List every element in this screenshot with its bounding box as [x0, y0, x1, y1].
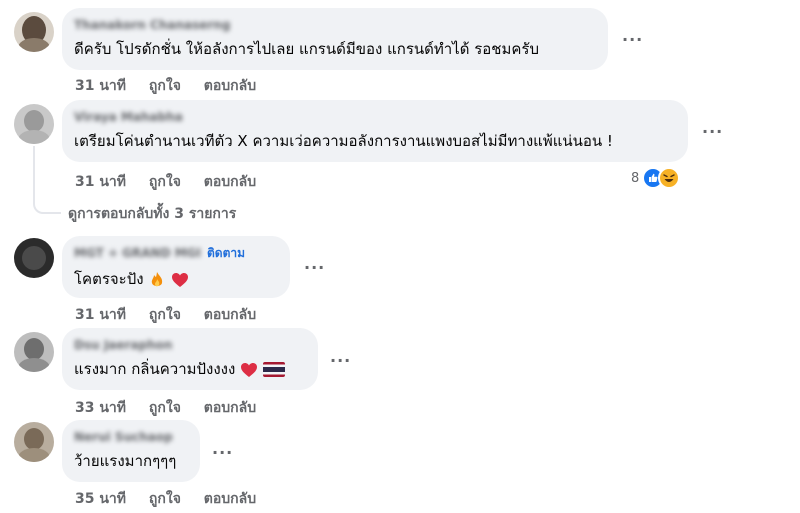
comment-author[interactable]: Viraya Mahabha [74, 109, 183, 125]
thread-connector [33, 146, 61, 214]
red-heart-emoji-icon [172, 272, 189, 287]
fire-emoji-icon [152, 271, 163, 286]
more-options-button[interactable]: ··· [304, 258, 325, 277]
avatar[interactable] [14, 104, 54, 144]
like-button[interactable]: ถูกใจ [149, 174, 181, 190]
comment-text-content: แรงมาก กลิ่นความปังงงง [74, 360, 236, 378]
comment-bubble: MGT + GRAND MGI ติดตาม โคตรจะปัง [62, 236, 290, 298]
comment-time[interactable]: 33 นาที [75, 400, 126, 416]
avatar[interactable] [14, 332, 54, 372]
comment-bubble: Nerui Suchaop ว้ายแรงมากๆๆๆ [62, 420, 200, 482]
comment-text: แรงมาก กลิ่นความปังงงง [74, 359, 306, 379]
comment-author[interactable]: Dsu Jaeraphon [74, 337, 172, 353]
haha-reaction-icon [658, 167, 681, 189]
more-options-button[interactable]: ··· [622, 30, 643, 49]
more-options-button[interactable]: ··· [702, 122, 723, 141]
reply-button[interactable]: ตอบกลับ [204, 78, 256, 94]
like-button[interactable]: ถูกใจ [149, 307, 181, 323]
comment-bubble: Dsu Jaeraphon แรงมาก กลิ่นความปังงงง [62, 328, 318, 390]
like-button[interactable]: ถูกใจ [149, 491, 181, 507]
comment-bubble: Viraya Mahabha เตรียมโค่นตำนานเวทีตัว X … [62, 100, 688, 162]
comment-time[interactable]: 31 นาที [75, 174, 126, 190]
like-button[interactable]: ถูกใจ [149, 78, 181, 94]
comment-time[interactable]: 35 นาที [75, 491, 126, 507]
comment-actions: 31 นาที ถูกใจ ตอบกลับ [75, 304, 274, 326]
red-heart-emoji-icon [241, 362, 258, 377]
comment-text: ดีครับ โปรดักชั่น ให้อลังการไปเลย แกรนด์… [74, 40, 539, 58]
reply-button[interactable]: ตอบกลับ [204, 491, 256, 507]
avatar[interactable] [14, 12, 54, 52]
reply-button[interactable]: ตอบกลับ [204, 307, 256, 323]
comment-author[interactable]: MGT + GRAND MGI [74, 245, 201, 261]
comment-author[interactable]: Thanakorn Chanaserng [74, 17, 230, 33]
avatar[interactable] [14, 422, 54, 462]
comment-actions: 31 นาที ถูกใจ ตอบกลับ [75, 75, 274, 97]
comment-text: เตรียมโค่นตำนานเวทีตัว X ความเว่อความอลั… [74, 132, 613, 150]
comment-text-content: โคตรจะปัง [74, 270, 144, 288]
comment-bubble: Thanakorn Chanaserng ดีครับ โปรดักชั่น ใ… [62, 8, 608, 70]
view-replies-link[interactable]: ดูการตอบกลับทั้ง 3 รายการ [68, 203, 236, 225]
comment-actions: 31 นาที ถูกใจ ตอบกลับ [75, 171, 274, 193]
comment-text: โคตรจะปัง [74, 269, 278, 289]
reply-button[interactable]: ตอบกลับ [204, 174, 256, 190]
more-options-button[interactable]: ··· [330, 351, 351, 370]
avatar[interactable] [14, 238, 54, 278]
comment-time[interactable]: 31 นาที [75, 78, 126, 94]
comment-text: ว้ายแรงมากๆๆๆ [74, 452, 177, 470]
reply-button[interactable]: ตอบกลับ [204, 400, 256, 416]
comment-actions: 33 นาที ถูกใจ ตอบกลับ [75, 397, 274, 419]
like-button[interactable]: ถูกใจ [149, 400, 181, 416]
comment-author[interactable]: Nerui Suchaop [74, 429, 173, 445]
comment-time[interactable]: 31 นาที [75, 307, 126, 323]
reaction-summary[interactable]: 8 [631, 167, 681, 189]
reaction-count: 8 [631, 170, 640, 186]
follow-button[interactable]: ติดตาม [207, 246, 245, 260]
more-options-button[interactable]: ··· [212, 443, 233, 462]
comment-actions: 35 นาที ถูกใจ ตอบกลับ [75, 488, 274, 510]
thailand-flag-icon [262, 362, 285, 377]
